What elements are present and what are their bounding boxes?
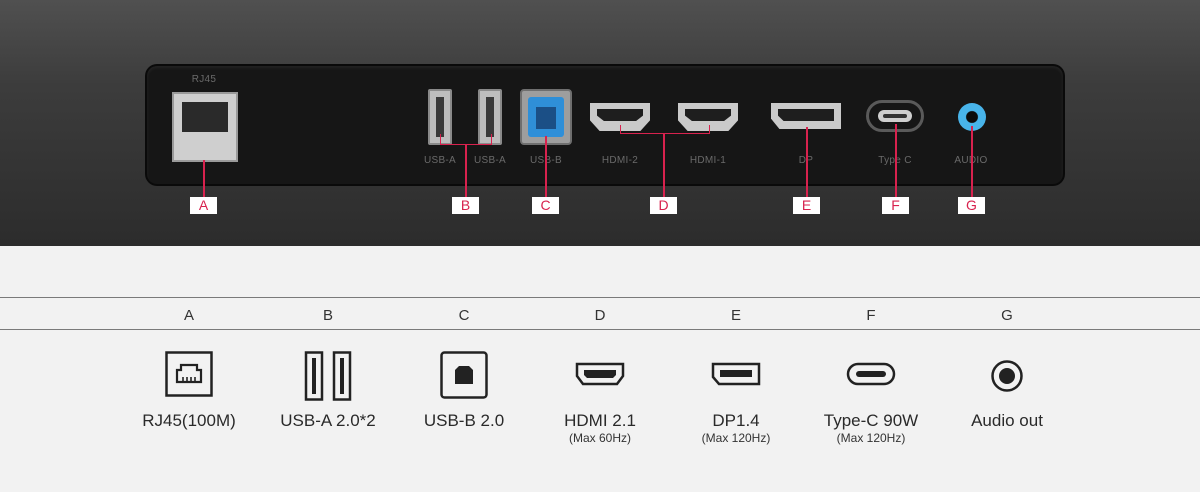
legend-letter-b: B <box>322 307 334 324</box>
legend-letter-c: C <box>458 307 470 324</box>
callout-bracket-d <box>620 125 710 134</box>
callout-line-g <box>971 126 973 197</box>
callout-line-f <box>895 124 897 197</box>
label-hdmi-1: HDMI-1 <box>689 155 727 166</box>
legend-letter-e: E <box>730 307 742 324</box>
legend-letter-d: D <box>594 307 606 324</box>
callout-letter-a: A <box>190 197 217 214</box>
legend-name-usb-b: USB-B 2.0 <box>423 411 505 430</box>
callout-line-a <box>203 160 205 197</box>
legend-name-typec: Type-C 90W <box>823 411 919 430</box>
usb-a-icon <box>304 351 352 401</box>
displayport-icon <box>711 362 761 386</box>
callout-letter-b: B <box>452 197 479 214</box>
usb-c-icon <box>846 362 896 386</box>
ethernet-icon <box>165 351 213 397</box>
label-hdmi-2: HDMI-2 <box>601 155 639 166</box>
callout-line-e <box>806 127 808 197</box>
hdmi-icon <box>575 362 625 386</box>
label-usba-1: USB-A <box>423 155 457 166</box>
callout-line-b <box>465 144 467 197</box>
legend-name-hdmi: HDMI 2.1 <box>564 411 636 430</box>
legend-letter-g: G <box>1001 307 1013 324</box>
legend-sub-dp: (Max 120Hz) <box>701 431 771 445</box>
legend-sub-hdmi: (Max 60Hz) <box>568 431 632 445</box>
legend-name-dp: DP1.4 <box>712 411 760 430</box>
displayport-port <box>771 103 841 129</box>
audio-jack-icon <box>991 360 1023 392</box>
callout-letter-g: G <box>958 197 985 214</box>
port-panel-photo: RJ45 USB-A USB-A USB-B HDMI-2 HDMI-1 DP … <box>0 0 1200 246</box>
legend-sub-typec: (Max 120Hz) <box>836 431 906 445</box>
callout-letter-f: F <box>882 197 909 214</box>
legend-letter-f: F <box>866 307 876 324</box>
callout-line-c <box>545 136 547 197</box>
callout-letter-d: D <box>650 197 677 214</box>
rj45-port <box>172 92 238 162</box>
legend-name-usb-a: USB-A 2.0*2 <box>280 411 376 430</box>
legend-name-audio: Audio out <box>971 411 1043 430</box>
legend-letter-a: A <box>183 307 195 324</box>
callout-letter-e: E <box>793 197 820 214</box>
legend-name-rj45: RJ45(100M) <box>142 411 236 430</box>
label-rj45: RJ45 <box>191 74 217 85</box>
callout-line-d <box>663 133 665 197</box>
legend-rule-top <box>0 297 1200 298</box>
usb-b-icon <box>440 351 488 399</box>
callout-letter-c: C <box>532 197 559 214</box>
label-usba-2: USB-A <box>473 155 507 166</box>
legend-rule-bottom <box>0 329 1200 330</box>
